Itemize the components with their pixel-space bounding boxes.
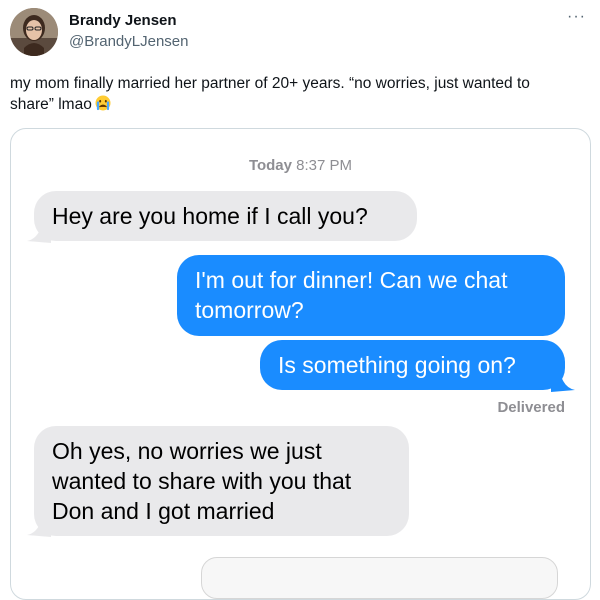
avatar[interactable] (10, 8, 58, 56)
incoming-message-2: Oh yes, no worries we just wanted to sha… (34, 426, 409, 536)
message-timestamp: Today 8:37 PM (11, 157, 590, 174)
author-name[interactable]: Brandy Jensen (69, 12, 177, 29)
message-screenshot-image[interactable]: Today 8:37 PM Hey are you home if I call… (10, 128, 591, 600)
tweet-body: my mom finally married her partner of 20… (10, 75, 530, 113)
outgoing-message-1: I'm out for dinner! Can we chat tomorrow… (177, 255, 565, 336)
crying-face-emoji-icon (95, 95, 111, 111)
timestamp-day: Today (248, 157, 292, 174)
outgoing-message-2: Is something going on? (260, 340, 565, 390)
timestamp-time: 8:37 PM (296, 157, 353, 174)
tweet-text: my mom finally married her partner of 20… (10, 73, 570, 115)
incoming-message-1: Hey are you home if I call you? (34, 191, 417, 241)
avatar-photo-icon (10, 8, 58, 56)
author-handle[interactable]: @BrandyLJensen (69, 33, 188, 50)
next-message-preview (201, 557, 558, 599)
delivered-status: Delivered (497, 399, 565, 416)
more-options-icon[interactable]: ··· (567, 8, 586, 26)
